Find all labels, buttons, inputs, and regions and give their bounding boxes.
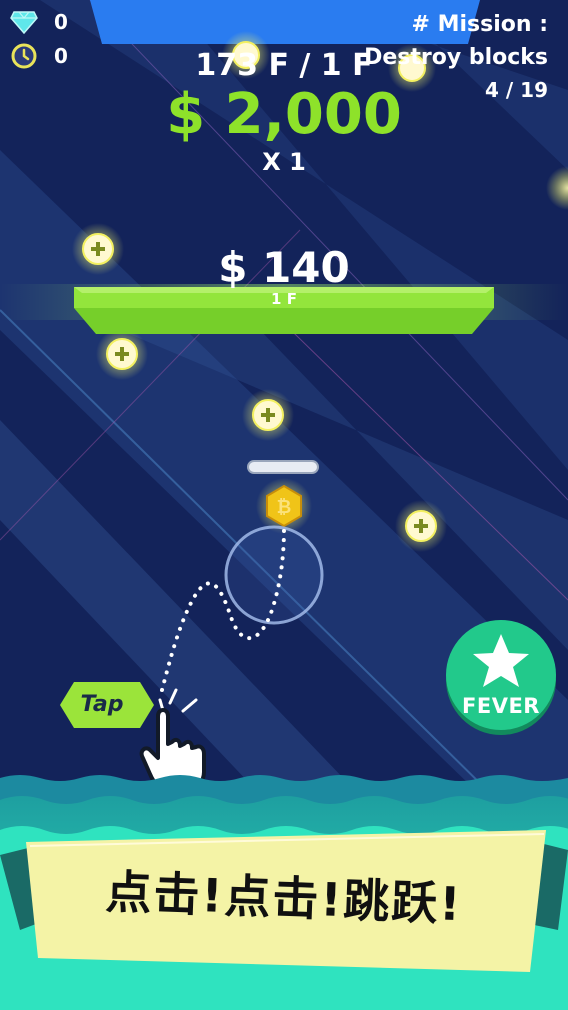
jump-ring [224,525,324,625]
platform-floor-label: 1 F [271,290,297,308]
multiplier: X 1 [262,148,306,176]
plus-orb-icon[interactable] [96,328,148,380]
diamond-count: 0 [54,10,68,34]
fever-button[interactable]: FEVER [446,620,556,730]
floor-progress: 173 F / 1 F [195,48,373,83]
mission-progress: 4 / 19 [485,78,548,102]
timer-count: 0 [54,44,68,68]
bitcoin-coin-icon[interactable]: ₿ [256,478,312,534]
mission-title: # Mission : [411,12,549,37]
plus-orb-icon[interactable] [72,223,124,275]
timer-counter: 0 [10,42,68,70]
tap-hint: Tap [60,682,156,728]
diamond-icon [10,11,38,34]
platform-reward: $ 140 [218,243,350,292]
star-icon [473,634,529,687]
money-counter: $ 2,000 [166,82,402,147]
tap-label: Tap [80,692,124,717]
clock-icon [11,43,37,69]
diamond-counter: 0 [10,8,68,36]
plus-orb-icon[interactable] [395,500,447,552]
svg-text:₿: ₿ [277,497,292,518]
fever-label: FEVER [462,694,540,718]
mission-task: Destroy blocks [364,45,548,70]
paddle-bar [247,460,319,474]
plus-orb-icon[interactable] [242,389,294,441]
